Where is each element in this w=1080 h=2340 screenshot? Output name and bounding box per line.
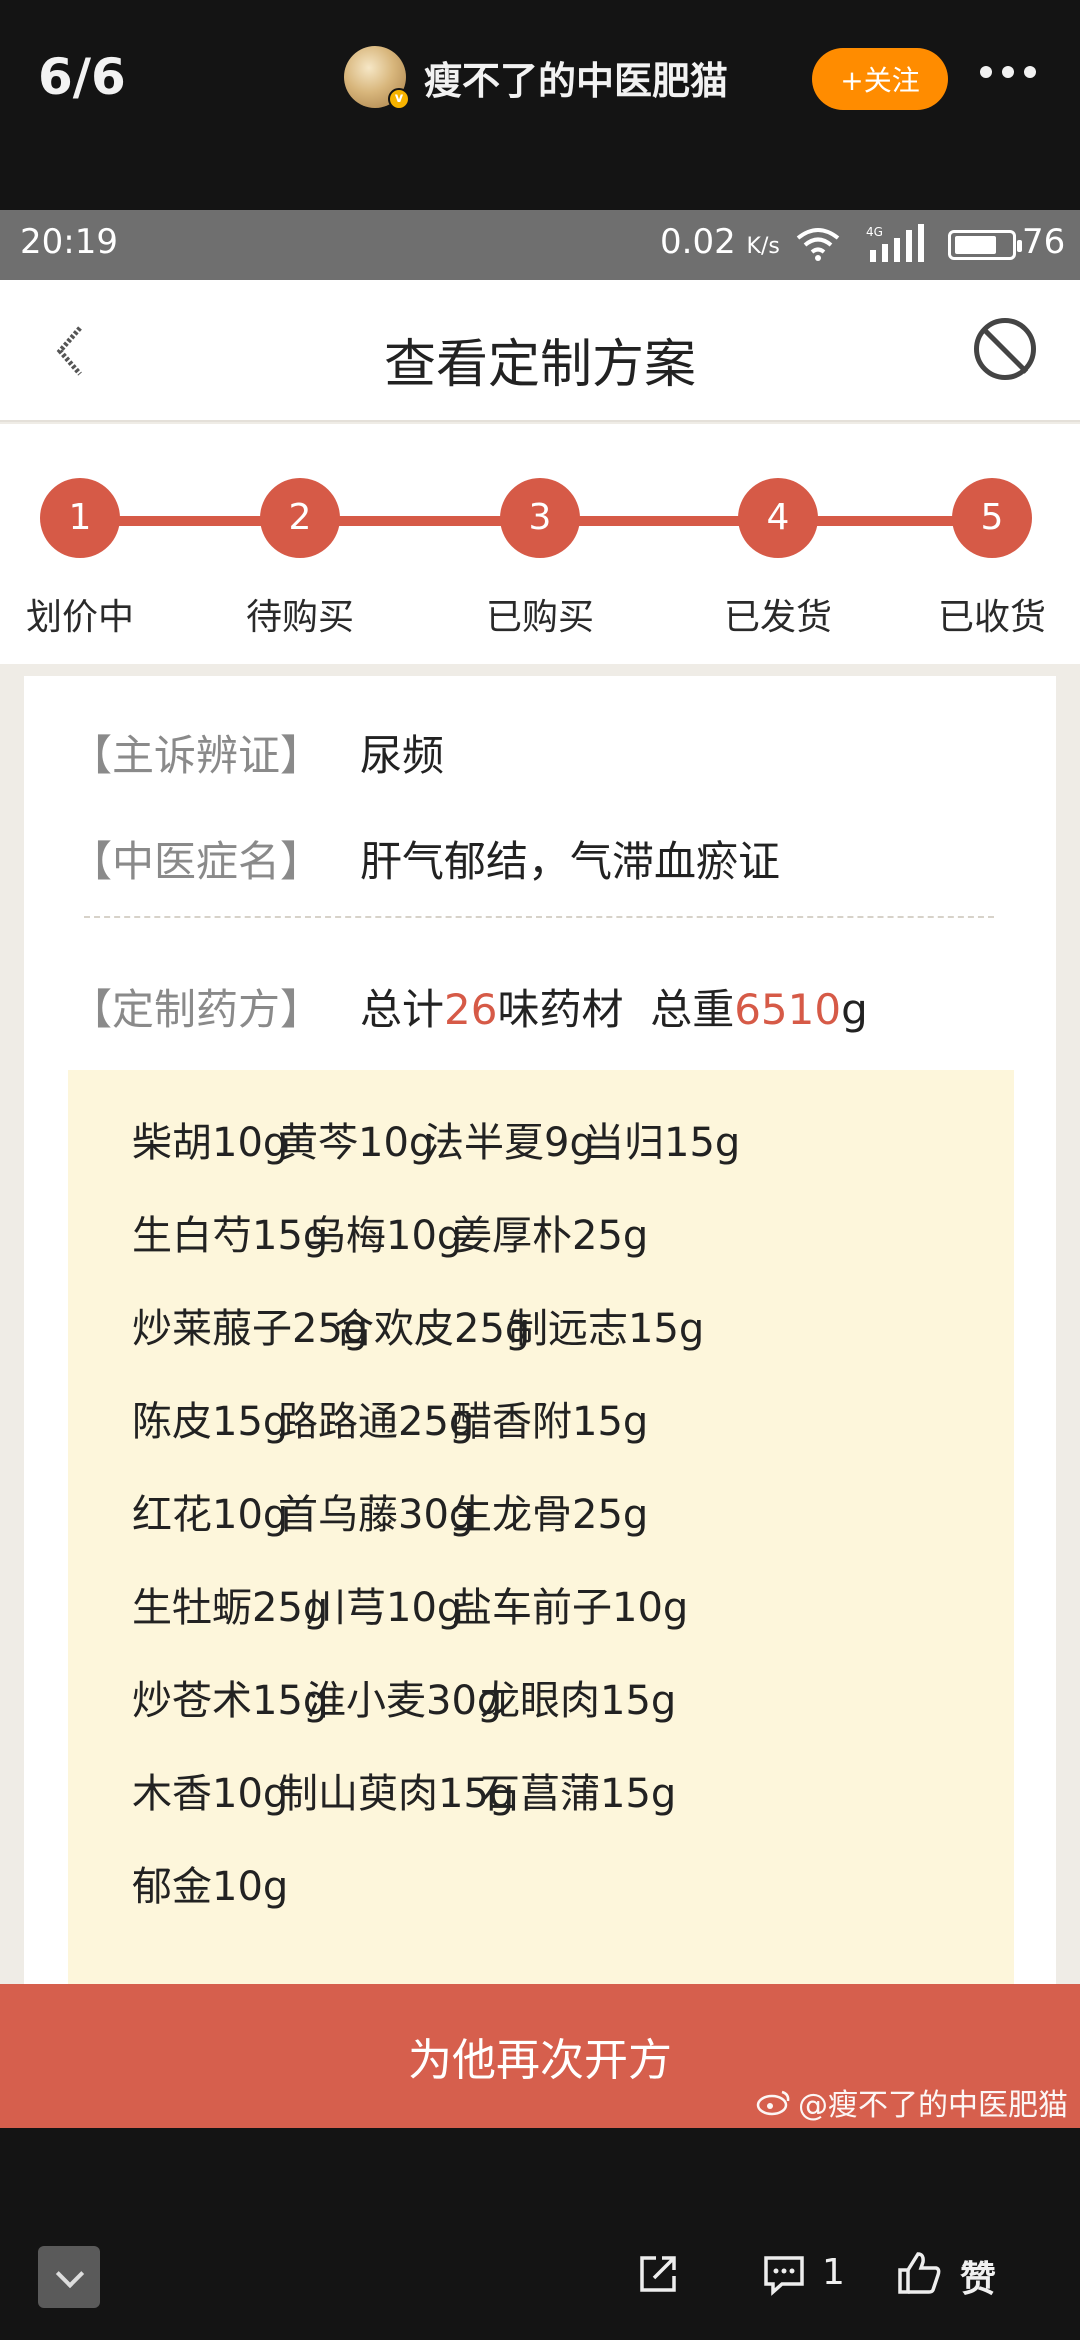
more-options-icon[interactable] bbox=[980, 66, 1036, 78]
comment-icon[interactable] bbox=[762, 2252, 806, 2296]
step-number: 4 bbox=[738, 478, 818, 558]
status-time: 20:19 bbox=[20, 222, 118, 262]
herb-item: 盐车前子10g bbox=[452, 1585, 689, 1631]
herb-item: 川芎10g bbox=[306, 1585, 463, 1631]
herb-item: 生龙骨25g bbox=[452, 1492, 649, 1538]
total-weight: 6510 bbox=[734, 985, 842, 1034]
herb-count: 26 bbox=[444, 985, 498, 1034]
step-number: 1 bbox=[40, 478, 120, 558]
step-number: 3 bbox=[500, 478, 580, 558]
herb-item: 乌梅10g bbox=[306, 1213, 463, 1259]
weight-prefix: 总重 bbox=[650, 985, 735, 1034]
herb-item: 法半夏9g bbox=[424, 1120, 595, 1166]
herb-item: 柴胡10g bbox=[132, 1120, 289, 1166]
svg-text:4G: 4G bbox=[866, 225, 883, 239]
network-speed-unit: K/s bbox=[746, 234, 780, 259]
screenshot-content: 20:19 0.02 K/s 4G 76 查看定制方案 1 划价中 2 待购买 … bbox=[0, 210, 1080, 2128]
herb-item: 生牡蛎25g bbox=[132, 1585, 329, 1631]
like-label[interactable]: 赞 bbox=[960, 2250, 996, 2302]
step-number: 5 bbox=[952, 478, 1032, 558]
herb-item: 首乌藤30g bbox=[278, 1492, 475, 1538]
step-label: 已发货 bbox=[723, 597, 832, 638]
battery-fill bbox=[955, 236, 996, 254]
verified-badge-icon: v bbox=[388, 88, 410, 110]
prescription-summary: 总计26味药材 总重6510g bbox=[360, 985, 868, 1034]
viewer-top-bar: 6/6 v 瘦不了的中医肥猫 +关注 bbox=[0, 0, 1080, 210]
herb-item: 郁金10g bbox=[132, 1864, 289, 1910]
comment-count[interactable]: 1 bbox=[822, 2252, 845, 2293]
share-icon[interactable] bbox=[636, 2252, 680, 2296]
herb-item: 炒莱菔子25g bbox=[132, 1306, 369, 1352]
herb-item: 红花10g bbox=[132, 1492, 289, 1538]
follow-button[interactable]: +关注 bbox=[812, 48, 948, 110]
page-title: 查看定制方案 bbox=[383, 335, 696, 395]
battery-percent: 76 bbox=[1022, 222, 1066, 262]
network-speed: 0.02 K/s bbox=[660, 222, 780, 262]
syndrome-label: 【中医症名】 bbox=[70, 837, 323, 886]
image-counter: 6/6 bbox=[38, 48, 126, 106]
herb-item: 醋香附15g bbox=[452, 1399, 649, 1445]
wifi-icon bbox=[796, 228, 840, 261]
order-progress-steps: 1 划价中 2 待购买 3 已购买 4 已发货 5 已收货 bbox=[0, 424, 1080, 664]
avatar[interactable]: v bbox=[344, 46, 410, 110]
herb-item: 当归15g bbox=[584, 1120, 741, 1166]
network-speed-value: 0.02 bbox=[660, 222, 736, 262]
complaint-row: 【主诉辨证】 尿频 bbox=[70, 722, 444, 783]
total-prefix: 总计 bbox=[360, 985, 445, 1034]
herb-item: 木香10g bbox=[132, 1771, 289, 1817]
complaint-label: 【主诉辨证】 bbox=[70, 731, 323, 780]
syndrome-value: 肝气郁结，气滞血瘀证 bbox=[360, 837, 781, 886]
herb-item: 路路通25g bbox=[278, 1399, 475, 1445]
step-number: 2 bbox=[260, 478, 340, 558]
prescription-card: 【主诉辨证】 尿频 【中医症名】 肝气郁结，气滞血瘀证 【定制药方】 总计26味药材 … bbox=[24, 676, 1056, 2128]
author-info[interactable]: v 瘦不了的中医肥猫 bbox=[344, 46, 728, 110]
watermark-text: @瘦不了的中医肥猫 bbox=[798, 2088, 1068, 2123]
step-label: 已购买 bbox=[485, 597, 594, 638]
like-icon[interactable] bbox=[896, 2250, 942, 2296]
author-name[interactable]: 瘦不了的中医肥猫 bbox=[424, 50, 728, 105]
herb-item: 龙眼肉15g bbox=[480, 1678, 677, 1724]
herb-item: 制远志15g bbox=[508, 1306, 705, 1352]
collapse-button[interactable] bbox=[38, 2246, 100, 2308]
step-label: 划价中 bbox=[25, 597, 134, 638]
herb-item: 淮小麦30g bbox=[306, 1678, 503, 1724]
herb-item: 陈皮15g bbox=[132, 1399, 289, 1445]
watermark: @瘦不了的中医肥猫 bbox=[756, 2080, 1068, 2124]
viewer-bottom-bar: 1 赞 bbox=[0, 2128, 1080, 2340]
weibo-icon bbox=[756, 2090, 790, 2116]
prescription-summary-row: 【定制药方】 总计26味药材 总重6510g bbox=[70, 976, 868, 1037]
herb-item: 黄芩10g bbox=[278, 1120, 435, 1166]
battery-icon bbox=[948, 230, 1022, 260]
herb-item: 合欢皮25g bbox=[334, 1306, 531, 1352]
step-label: 待购买 bbox=[245, 597, 354, 638]
herb-list: 柴胡10g 黄芩10g 法半夏9g 当归15g 生白芍15g 乌梅10g 姜厚朴… bbox=[68, 1070, 1014, 2070]
weight-unit: g bbox=[841, 985, 868, 1034]
complaint-value: 尿频 bbox=[360, 731, 445, 780]
herb-item: 制山萸肉15g bbox=[278, 1771, 515, 1817]
app-header: 查看定制方案 bbox=[0, 280, 1080, 422]
herb-item: 石菖蒲15g bbox=[480, 1771, 677, 1817]
status-bar: 20:19 0.02 K/s 4G 76 bbox=[0, 210, 1080, 280]
syndrome-row: 【中医症名】 肝气郁结，气滞血瘀证 bbox=[70, 828, 780, 889]
herb-item: 姜厚朴25g bbox=[452, 1213, 649, 1259]
count-suffix: 味药材 bbox=[497, 985, 624, 1034]
divider bbox=[84, 916, 994, 918]
herb-item: 生白芍15g bbox=[132, 1213, 329, 1259]
prescription-label: 【定制药方】 bbox=[70, 985, 323, 1034]
step-label: 已收货 bbox=[937, 597, 1046, 638]
herb-item: 炒苍术15g bbox=[132, 1678, 329, 1724]
block-icon[interactable] bbox=[974, 318, 1036, 380]
signal-icon: 4G bbox=[866, 224, 924, 262]
